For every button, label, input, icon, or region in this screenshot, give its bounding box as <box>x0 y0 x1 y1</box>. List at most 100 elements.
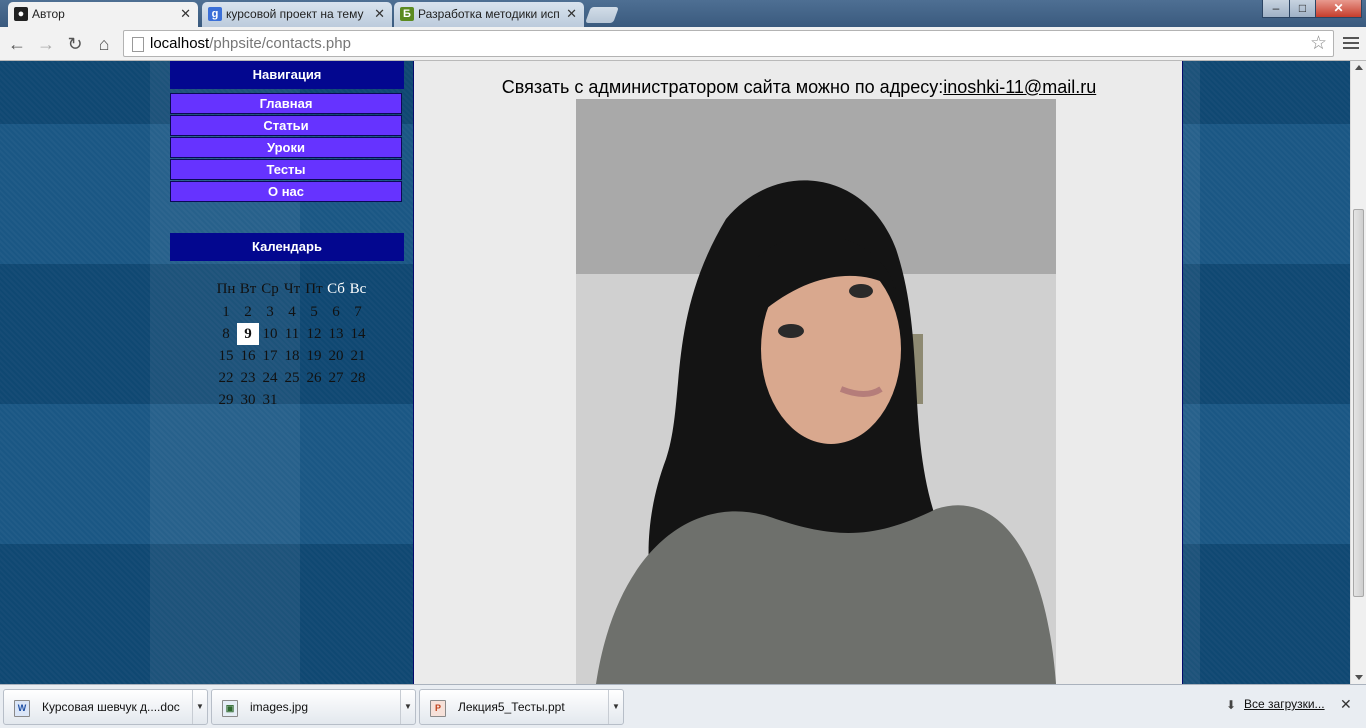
calendar-day[interactable]: 5 <box>303 301 325 323</box>
download-filename: Курсовая шевчук д....doc <box>42 700 180 714</box>
new-tab-button[interactable] <box>585 7 619 23</box>
calendar-day[interactable]: 20 <box>325 345 347 367</box>
calendar-week-row: 8 9 10 11 12 13 14 <box>215 323 369 345</box>
calendar-day[interactable]: 25 <box>281 367 303 389</box>
contact-text: Связать с администратором сайта можно по… <box>501 77 944 97</box>
calendar-day[interactable]: 31 <box>259 389 281 411</box>
all-downloads-link[interactable]: ⬇ Все загрузки... <box>1226 697 1325 712</box>
download-filename: images.jpg <box>250 700 309 714</box>
tab-author[interactable]: ● Автор ✕ <box>8 2 198 27</box>
page-icon <box>132 37 144 52</box>
scroll-down-icon[interactable] <box>1355 675 1363 680</box>
page-viewport: Навигация Главная Статьи Уроки Тесты О н… <box>0 61 1350 684</box>
download-item[interactable]: P Лекция5_Тесты.ppt ▼ <box>419 689 624 725</box>
incognito-icon: ● <box>14 7 28 21</box>
calendar-day[interactable]: 2 <box>237 301 259 323</box>
navigation-menu: Главная Статьи Уроки Тесты О нас <box>170 93 404 202</box>
scroll-up-icon[interactable] <box>1355 65 1363 70</box>
scrollbar-thumb[interactable] <box>1353 209 1364 597</box>
tab-close-icon[interactable]: ✕ <box>374 2 385 26</box>
calendar-day[interactable]: 15 <box>215 345 237 367</box>
forward-icon[interactable]: → <box>35 33 57 55</box>
calendar-day[interactable]: 4 <box>281 301 303 323</box>
nav-item-about[interactable]: О нас <box>170 181 402 202</box>
calendar-day[interactable]: 28 <box>347 367 369 389</box>
calendar-day[interactable]: 8 <box>215 323 237 345</box>
maximize-button[interactable]: □ <box>1289 0 1316 18</box>
calendar-weekday-row: Пн Вт Ср Чт Пт Сб Вс <box>215 277 369 301</box>
calendar-day[interactable]: 7 <box>347 301 369 323</box>
tab-title: курсовой проект на тему <box>226 7 364 21</box>
calendar-day[interactable]: 3 <box>259 301 281 323</box>
vertical-scrollbar[interactable] <box>1350 61 1366 684</box>
calendar-week-row: 1234567 <box>215 301 369 323</box>
close-window-button[interactable]: ✕ <box>1315 0 1362 18</box>
calendar-day[interactable]: 21 <box>347 345 369 367</box>
calendar-day[interactable]: 13 <box>325 323 347 345</box>
calendar-week-row: 22 23 24 25 26 27 28 <box>215 367 369 389</box>
bookmark-star-icon[interactable]: ☆ <box>1310 32 1327 56</box>
address-bar[interactable]: localhost/phpsite/contacts.php ☆ <box>123 30 1334 57</box>
all-downloads-label: Все загрузки... <box>1244 697 1325 711</box>
tab-strip: ● Автор ✕ g курсовой проект на тему ✕ Б … <box>0 0 1366 27</box>
calendar-day <box>325 389 347 411</box>
calendar-day[interactable]: 1 <box>215 301 237 323</box>
calendar-day[interactable]: 17 <box>259 345 281 367</box>
google-icon: g <box>208 7 222 21</box>
download-shelf: W Курсовая шевчук д....doc ▼ ▣ images.jp… <box>0 684 1366 728</box>
calendar-day[interactable]: 6 <box>325 301 347 323</box>
navigation-heading: Навигация <box>170 61 404 89</box>
tab-title: Разработка методики исп <box>418 7 560 21</box>
tab-close-icon[interactable]: ✕ <box>180 2 191 26</box>
calendar-day[interactable]: 18 <box>281 345 303 367</box>
back-icon[interactable]: ← <box>6 33 28 55</box>
powerpoint-file-icon: P <box>430 700 446 717</box>
chevron-down-icon[interactable]: ▼ <box>192 690 207 724</box>
url-path: /phpsite/contacts.php <box>209 35 351 52</box>
calendar-day[interactable]: 11 <box>281 323 303 345</box>
site-b-icon: Б <box>400 7 414 21</box>
close-icon[interactable]: ✕ <box>1340 696 1352 713</box>
calendar-day[interactable]: 14 <box>347 323 369 345</box>
calendar-day[interactable]: 29 <box>215 389 237 411</box>
nav-item-lessons[interactable]: Уроки <box>170 137 402 158</box>
calendar-day[interactable]: 30 <box>237 389 259 411</box>
calendar-day[interactable]: 19 <box>303 345 325 367</box>
download-filename: Лекция5_Тесты.ppt <box>458 700 565 714</box>
menu-icon[interactable] <box>1343 34 1359 54</box>
calendar-day[interactable]: 10 <box>259 323 281 345</box>
download-item[interactable]: ▣ images.jpg ▼ <box>211 689 416 725</box>
tab-methodology[interactable]: Б Разработка методики исп ✕ <box>394 2 584 27</box>
weekday-label: Ср <box>261 280 279 297</box>
nav-item-home[interactable]: Главная <box>170 93 402 114</box>
photo <box>576 99 1056 684</box>
calendar-day[interactable]: 12 <box>303 323 325 345</box>
tab-close-icon[interactable]: ✕ <box>566 2 577 26</box>
calendar-day[interactable]: 22 <box>215 367 237 389</box>
calendar-days: 1 2 3 4 5 6 7 8 9 10 11 12 13 14 15 16 17 18 19 20 21 22 23 24 2… <box>215 301 369 411</box>
nav-item-articles[interactable]: Статьи <box>170 115 402 136</box>
image-file-icon: ▣ <box>222 700 238 717</box>
weekday-label: Пт <box>305 280 323 297</box>
calendar-day-today[interactable]: 9 <box>237 323 259 345</box>
home-icon[interactable]: ⌂ <box>93 33 115 55</box>
nav-item-tests[interactable]: Тесты <box>170 159 402 180</box>
reload-icon[interactable]: ↻ <box>64 33 86 55</box>
calendar-day[interactable]: 24 <box>259 367 281 389</box>
tab-coursework[interactable]: g курсовой проект на тему ✕ <box>202 2 392 27</box>
calendar-day <box>303 389 325 411</box>
download-item[interactable]: W Курсовая шевчук д....doc ▼ <box>3 689 208 725</box>
url-text[interactable]: localhost/phpsite/contacts.php <box>150 31 351 56</box>
chevron-down-icon[interactable]: ▼ <box>400 690 415 724</box>
contact-email-link[interactable]: inoshki-11@mail.ru <box>943 77 1096 97</box>
calendar-day[interactable]: 26 <box>303 367 325 389</box>
contact-line: Связать с администратором сайта можно по… <box>414 77 1184 98</box>
calendar: Пн Вт Ср Чт Пт Сб Вс 1 2 3 4 5 6 7 8 9 10 11 12 13 14… <box>215 277 369 411</box>
calendar-day[interactable]: 16 <box>237 345 259 367</box>
calendar-day[interactable]: 23 <box>237 367 259 389</box>
minimize-button[interactable]: ‒ <box>1262 0 1290 18</box>
main-content: Связать с администратором сайта можно по… <box>413 61 1183 684</box>
calendar-day[interactable]: 27 <box>325 367 347 389</box>
chevron-down-icon[interactable]: ▼ <box>608 690 623 724</box>
calendar-week-row: 15 16 17 18 19 20 21 <box>215 345 369 367</box>
